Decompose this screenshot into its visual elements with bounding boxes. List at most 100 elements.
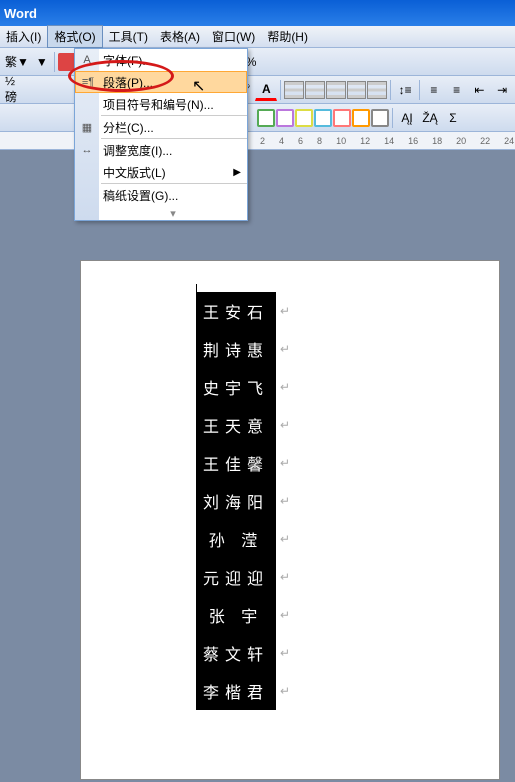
submenu-arrow-icon: ▶ [233, 167, 241, 178]
ruler-num: 12 [360, 136, 370, 146]
menu-item-cjk[interactable]: 中文版式(L) ▶ [75, 161, 247, 183]
ruler-num: 4 [279, 136, 284, 146]
selected-line[interactable]: 刘海阳↵ [196, 482, 276, 520]
return-mark-icon: ↵ [280, 646, 290, 660]
align-left-icon[interactable] [305, 81, 325, 99]
selected-line[interactable]: 王天意↵ [196, 406, 276, 444]
align-center-icon[interactable] [326, 81, 346, 99]
name-text: 张 宇 [209, 603, 263, 627]
selection[interactable]: 王安石↵ 荆诗惠↵ 史宇飞↵ 王天意↵ 王佳馨↵ 刘海阳↵ 孙 滢↵ 元迎迎↵ … [196, 292, 276, 710]
indent-icon[interactable]: ⇥ [491, 79, 513, 101]
menu-item-font[interactable]: A 字体(F)... [75, 49, 247, 71]
align-justify-icon[interactable] [284, 81, 304, 99]
line-spacing-icon[interactable]: ↕≡ [394, 79, 416, 101]
return-mark-icon: ↵ [280, 608, 290, 622]
return-mark-icon: ↵ [280, 494, 290, 508]
selected-line[interactable]: 荆诗惠↵ [196, 330, 276, 368]
selected-line[interactable]: 王安石↵ [196, 292, 276, 330]
font-color-icon[interactable]: A [255, 79, 277, 101]
menu-item-stationery[interactable]: 稿纸设置(G)... [75, 184, 247, 206]
sum-icon[interactable]: Σ [442, 107, 464, 129]
return-mark-icon: ↵ [280, 342, 290, 356]
menu-item-columns[interactable]: ▦ 分栏(C)... [75, 116, 247, 138]
menubar: 插入(I) 格式(O) 工具(T) 表格(A) 窗口(W) 帮助(H) [0, 26, 515, 48]
sep [54, 52, 55, 72]
draw-table-icon[interactable] [257, 109, 275, 127]
name-text: 刘海阳 [203, 489, 269, 513]
menu-help[interactable]: 帮助(H) [261, 26, 314, 47]
name-text: 王安石 [203, 299, 269, 323]
paragraph-icon: ≡¶ [80, 74, 96, 90]
name-text: 元迎迎 [203, 565, 269, 589]
menu-tools[interactable]: 工具(T) [103, 26, 154, 47]
ruler-num: 8 [317, 136, 322, 146]
tb-drop[interactable]: ▼ [33, 55, 51, 69]
ruler-num: 6 [298, 136, 303, 146]
menu-item-label: 项目符号和编号(N)... [103, 96, 214, 113]
adjustwidth-icon: ↔ [79, 142, 95, 158]
return-mark-icon: ↵ [280, 380, 290, 394]
sort-desc-icon[interactable]: ŽĄ [419, 107, 441, 129]
align-dist-icon[interactable] [367, 81, 387, 99]
return-mark-icon: ↵ [280, 570, 290, 584]
merge-icon[interactable] [333, 109, 351, 127]
ruler-num: 24 [504, 136, 514, 146]
menu-expand[interactable]: ▾ [75, 206, 247, 220]
format-menu-dropdown: A 字体(F)... ≡¶ 段落(P)... 项目符号和编号(N)... ▦ 分… [74, 48, 248, 221]
return-mark-icon: ↵ [280, 456, 290, 470]
return-mark-icon: ↵ [280, 418, 290, 432]
menu-insert[interactable]: 插入(I) [0, 26, 47, 47]
ruler-num: 10 [336, 136, 346, 146]
name-text: 李楷君 [203, 679, 269, 703]
selected-line[interactable]: 孙 滢↵ [196, 520, 276, 558]
return-mark-icon: ↵ [280, 684, 290, 698]
align-right-icon[interactable] [347, 81, 367, 99]
tb-convert[interactable]: 繁▼ [2, 53, 32, 70]
autofit-icon[interactable] [371, 109, 389, 127]
page[interactable] [80, 260, 500, 780]
insert-row-icon[interactable] [295, 109, 313, 127]
ruler-num: 14 [384, 136, 394, 146]
selected-line[interactable]: 李楷君↵ [196, 672, 276, 710]
sep [392, 108, 393, 128]
menu-item-label: 段落(P)... [103, 74, 153, 91]
selected-line[interactable]: 张 宇↵ [196, 596, 276, 634]
menu-item-label: 中文版式(L) [103, 164, 166, 181]
titlebar: Word [0, 0, 515, 26]
menu-item-paragraph[interactable]: ≡¶ 段落(P)... [75, 71, 247, 93]
ruler-num: 18 [432, 136, 442, 146]
font-icon: A [79, 52, 95, 68]
ruler-num: 20 [456, 136, 466, 146]
outdent-icon[interactable]: ⇤ [468, 79, 490, 101]
menu-item-label: 分栏(C)... [103, 119, 154, 136]
columns-icon: ▦ [79, 119, 95, 135]
selected-line[interactable]: 元迎迎↵ [196, 558, 276, 596]
line-weight[interactable]: ½ 磅 [2, 74, 33, 105]
eraser-icon[interactable] [276, 109, 294, 127]
sep [419, 80, 420, 100]
name-text: 蔡文轩 [203, 641, 269, 665]
menu-item-adjustwidth[interactable]: ↔ 调整宽度(I)... [75, 139, 247, 161]
bullets-icon[interactable]: ≡ [446, 79, 468, 101]
insert-col-icon[interactable] [314, 109, 332, 127]
selected-line[interactable]: 王佳馨↵ [196, 444, 276, 482]
ruler-num: 2 [260, 136, 265, 146]
split-icon[interactable] [352, 109, 370, 127]
ruler-num: 16 [408, 136, 418, 146]
menu-table[interactable]: 表格(A) [154, 26, 206, 47]
selected-line[interactable]: 史宇飞↵ [196, 368, 276, 406]
menu-item-label: 稿纸设置(G)... [103, 187, 178, 204]
app-title: Word [4, 6, 37, 21]
menu-item-label: 调整宽度(I)... [103, 142, 172, 159]
chevron-down-icon: ▾ [170, 207, 176, 220]
sort-asc-icon[interactable]: ĄĮ [396, 107, 418, 129]
selected-line[interactable]: 蔡文轩↵ [196, 634, 276, 672]
menu-window[interactable]: 窗口(W) [206, 26, 261, 47]
sep [280, 80, 281, 100]
menu-item-bullets[interactable]: 项目符号和编号(N)... [75, 93, 247, 115]
return-mark-icon: ↵ [280, 532, 290, 546]
ruler-num: 22 [480, 136, 490, 146]
menu-format[interactable]: 格式(O) [47, 25, 102, 48]
numbering-icon[interactable]: ≡ [423, 79, 445, 101]
menu-item-label: 字体(F)... [103, 52, 152, 69]
